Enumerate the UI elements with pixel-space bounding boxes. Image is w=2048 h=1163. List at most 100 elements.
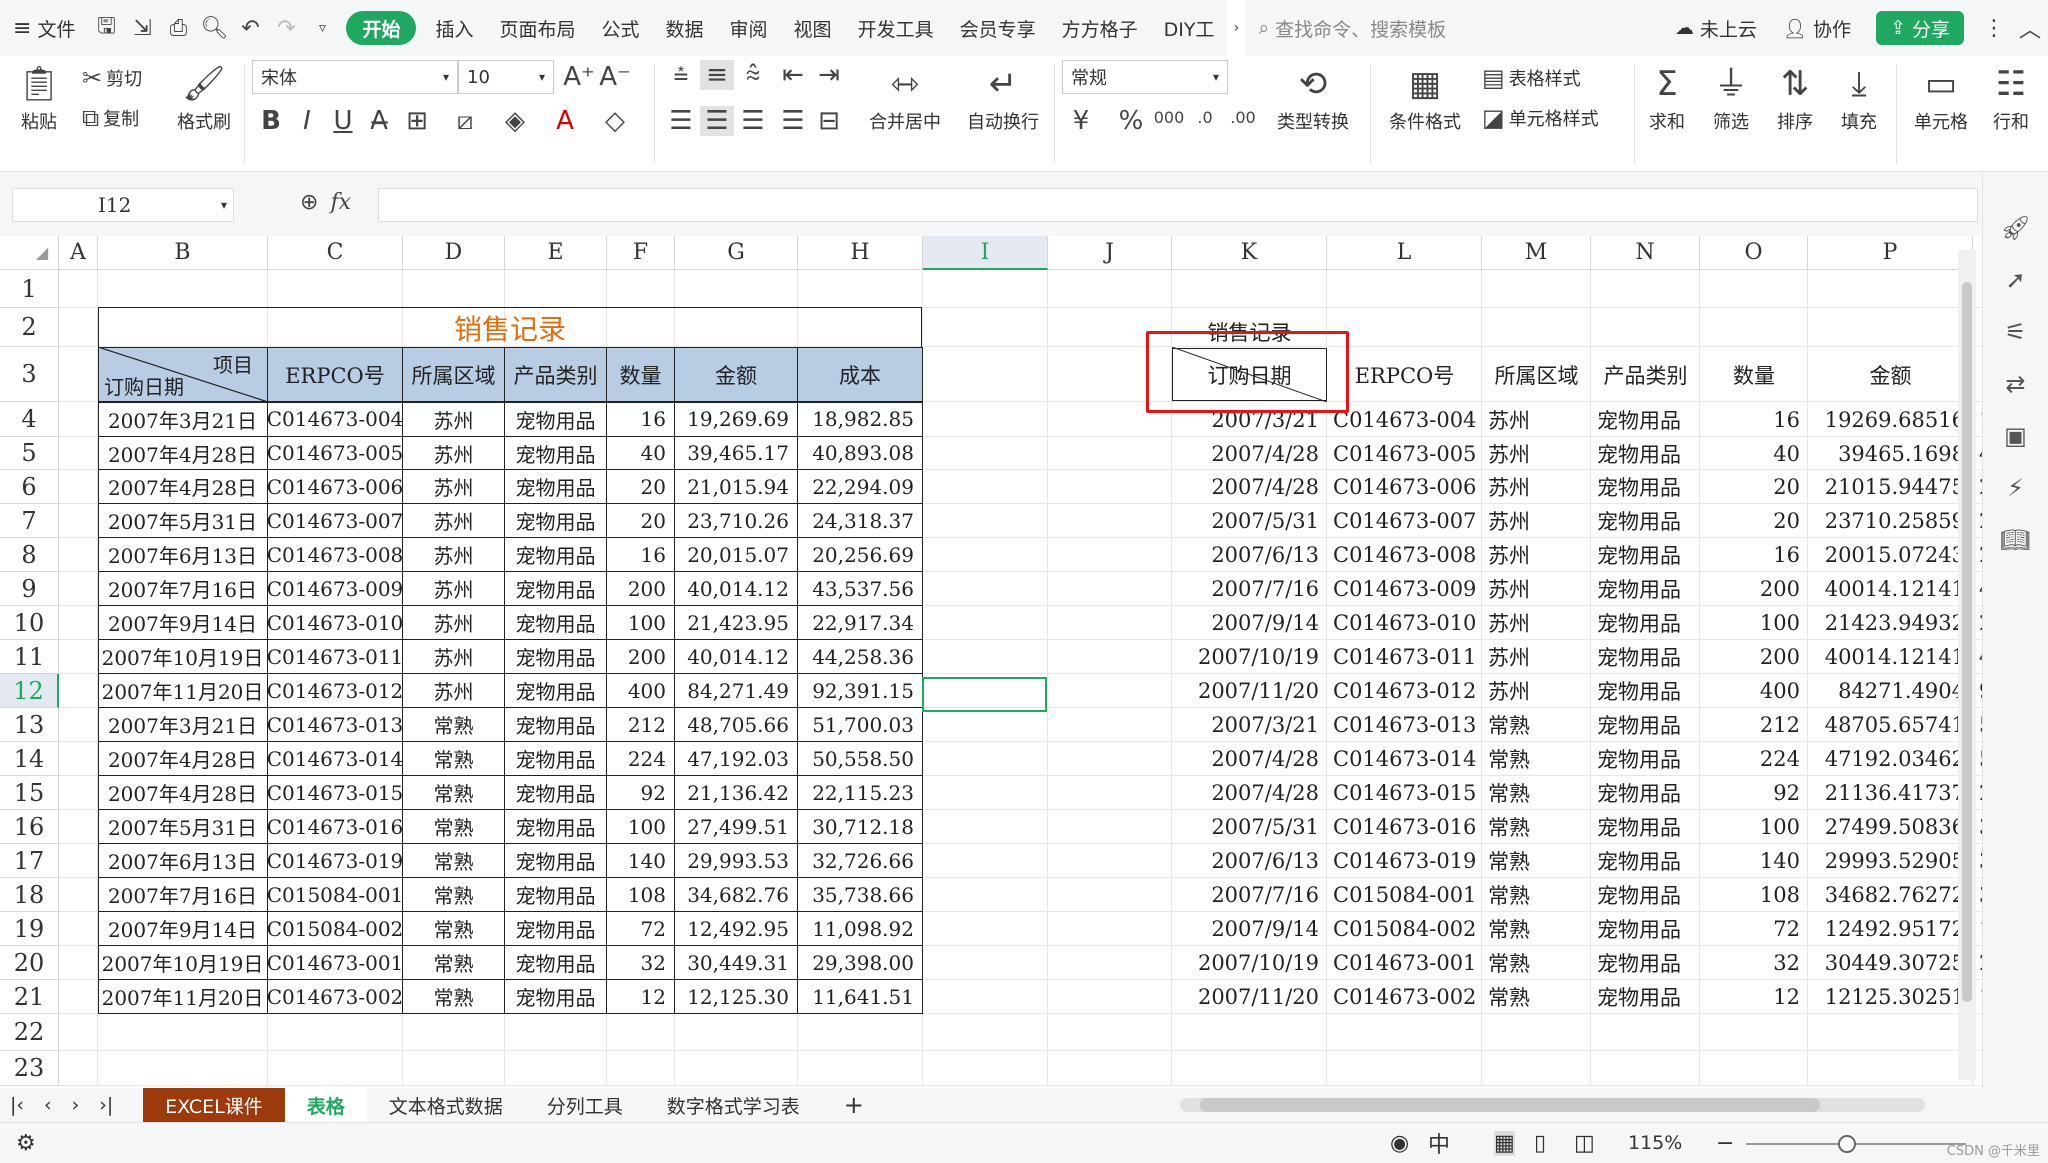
table-cell[interactable]: 2007年6月13日 [98,538,268,572]
row-col-button[interactable]: ☷ 行和 [1986,60,2036,134]
column-header-F[interactable]: F [607,236,675,270]
table-cell[interactable]: 30,449.31 [675,946,798,980]
table-cell[interactable]: 84271.4904 [1808,674,1973,708]
table-cell[interactable]: C014673-006 [1327,470,1482,504]
table-cell[interactable]: 2007/11/20 [1172,674,1327,708]
column-header-J[interactable]: J [1048,236,1172,270]
table-cell[interactable]: 12,125.30 [675,980,798,1014]
table-cell[interactable]: 宠物用品 [1591,912,1700,946]
table-cell[interactable]: 39465.1698 [1808,437,1973,470]
table-cell[interactable]: 常熟 [1482,980,1591,1014]
lightning-icon[interactable]: ⚡︎ [1983,462,2048,514]
border-icon[interactable]: ⊞ [400,106,434,136]
table-cell[interactable]: 92 [607,776,675,810]
table-cell[interactable]: 2007年9月14日 [98,912,268,946]
table-cell[interactable]: 200 [607,572,675,606]
book-icon[interactable]: 📖︎ [1983,514,2048,566]
table-cell[interactable]: 20,015.07 [675,538,798,572]
table-cell[interactable]: 2007/5/31 [1172,504,1327,538]
distribute-icon[interactable]: ⊟ [812,106,846,136]
table-cell[interactable]: 27499.50836 [1808,810,1973,844]
table-cell[interactable]: 宠物用品 [1591,640,1700,674]
row-header-3[interactable]: 3 [0,347,59,402]
table-cell[interactable]: C014673-006 [268,470,403,504]
table-cell[interactable]: C014673-019 [268,844,403,878]
formula-input[interactable] [378,188,1978,222]
align-middle-icon[interactable]: ≡ [700,60,734,90]
table-cell[interactable]: 宠物用品 [505,538,607,572]
table-cell[interactable]: 100 [1700,810,1808,844]
table-cell[interactable]: 21,015.94 [675,470,798,504]
rocket-icon[interactable]: 🚀︎ [1983,202,2048,254]
table-cell[interactable]: 200 [1700,572,1808,606]
table-cell[interactable]: 苏州 [403,572,505,606]
prev-sheet-icon[interactable]: ‹ [34,1088,62,1122]
align-top-icon[interactable]: ⩮ [664,60,698,91]
table-cell[interactable]: 2007/4/28 [1172,776,1327,810]
table-cell[interactable]: C014673-013 [268,708,403,742]
italic-icon[interactable]: I [290,106,324,136]
table-cell[interactable]: C014673-008 [268,538,403,572]
zoom-icon[interactable]: ⊕ [300,190,318,215]
table-cell[interactable]: 400 [607,674,675,708]
quick-access-more-icon[interactable]: ▿ [304,0,340,56]
table-cell[interactable]: 19269.68516 [1808,402,1973,437]
cloud-status[interactable]: ☁ 未上云 [1662,0,1770,56]
align-bottom-icon[interactable]: ⩯ [736,60,770,91]
table-cell[interactable]: 2007年5月31日 [98,810,268,844]
justify-icon[interactable]: ☰ [776,106,810,136]
table-cell[interactable]: 50,558.50 [798,742,923,776]
table-cell[interactable]: 32 [607,946,675,980]
column-header-M[interactable]: M [1482,236,1591,270]
table-cell[interactable]: 23,710.26 [675,504,798,538]
table-cell[interactable]: 2007年9月14日 [98,606,268,640]
fill-color-icon[interactable]: ◈ [498,106,532,136]
table-cell[interactable]: 100 [607,606,675,640]
table-cell[interactable]: 宠物用品 [1591,572,1700,606]
vertical-scroll-thumb[interactable] [1962,282,1972,1002]
table-cell[interactable]: 宠物用品 [505,674,607,708]
tab-fangfang[interactable]: 方方格子 [1049,0,1151,56]
table-cell[interactable]: 苏州 [1482,606,1591,640]
table-cell[interactable]: C014673-005 [1327,437,1482,470]
collab-button[interactable]: 👤︎ 协作 [1770,0,1864,56]
table-cell[interactable]: 51,700.03 [798,708,923,742]
table-cell[interactable]: C014673-016 [1327,810,1482,844]
collapse-ribbon-icon[interactable]: ︿ [2012,0,2048,56]
row-header-15[interactable]: 15 [0,776,59,810]
row-header-21[interactable]: 21 [0,980,59,1014]
table-cell[interactable]: 48,705.66 [675,708,798,742]
cut-button[interactable]: ✂ 剪切 [82,64,142,92]
table-cell[interactable]: 200 [1700,640,1808,674]
font-color-icon[interactable]: A [548,106,582,136]
last-sheet-icon[interactable]: ›| [89,1088,123,1122]
table-cell[interactable]: 21423.94932 [1808,606,1973,640]
table-cell[interactable]: C014673-012 [268,674,403,708]
table-cell[interactable]: 苏州 [1482,504,1591,538]
name-box[interactable]: I12 ▾ [12,188,234,222]
first-sheet-icon[interactable]: |‹ [0,1088,34,1122]
table-cell[interactable]: 19,269.69 [675,402,798,437]
table-cell[interactable]: 宠物用品 [1591,980,1700,1014]
table-cell[interactable]: 12 [607,980,675,1014]
table-cell[interactable]: C014673-007 [268,504,403,538]
table-cell[interactable]: 224 [607,742,675,776]
more-icon[interactable]: ⋮ [1976,0,2012,56]
bold-icon[interactable]: B [254,106,288,136]
table-cell[interactable]: C014673-014 [268,742,403,776]
table-cell[interactable]: 224 [1700,742,1808,776]
row-header-4[interactable]: 4 [0,402,59,437]
copy-button[interactable]: ⧉ 复制 [82,104,139,132]
table-cell[interactable]: 2007/11/20 [1172,980,1327,1014]
row-header-9[interactable]: 9 [0,572,59,606]
number-format-select[interactable]: 常规 ▾ [1062,60,1228,94]
table-cell[interactable]: C014673-009 [268,572,403,606]
table-cell[interactable]: 34682.76272 [1808,878,1973,912]
table-cell[interactable]: 20 [1700,504,1808,538]
sliders-icon[interactable]: ⚟ [1983,306,2048,358]
wrap-text-button[interactable]: ↵ 自动换行 [960,60,1046,134]
column-header-A[interactable]: A [59,236,98,270]
table-cell[interactable]: 18,982.85 [798,402,923,437]
table-cell[interactable]: C014673-016 [268,810,403,844]
table-cell[interactable]: 2007年11月20日 [98,674,268,708]
